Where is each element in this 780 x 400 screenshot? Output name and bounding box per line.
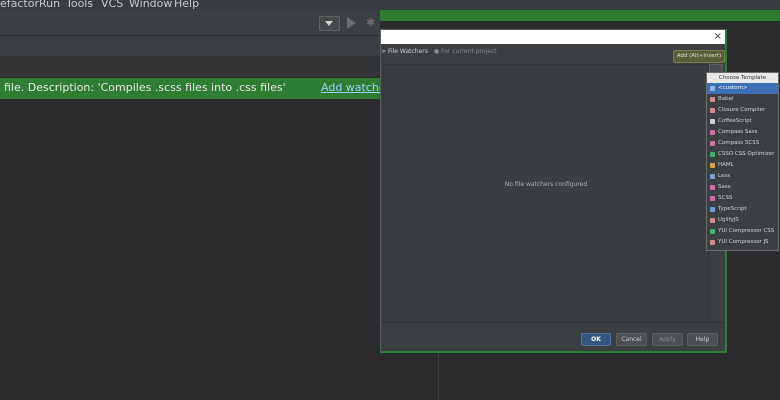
template-item-label: CSSO CSS Optimizer	[718, 151, 775, 157]
tab-strip	[0, 36, 380, 57]
css-icon	[710, 152, 715, 157]
watcher-icon	[710, 97, 715, 102]
template-item[interactable]: Compass SCSS	[707, 138, 778, 149]
template-item[interactable]: HAML	[707, 160, 778, 171]
editor-header	[0, 57, 380, 77]
watcher-icon	[710, 108, 715, 113]
typescript-icon	[710, 207, 715, 212]
close-icon[interactable]: ×	[714, 30, 722, 43]
menu-refactor[interactable]: efactor	[0, 0, 39, 10]
cancel-button[interactable]: Cancel	[616, 333, 647, 346]
css-icon	[710, 229, 715, 234]
template-list: <custom> Babel Closure Compiler CoffeeScrip…	[707, 83, 778, 248]
template-item[interactable]: CoffeeScript	[707, 116, 778, 127]
coffee-icon	[710, 119, 715, 124]
sass-icon	[710, 141, 715, 146]
sass-icon	[710, 196, 715, 201]
template-item[interactable]: Less	[707, 171, 778, 182]
file-watcher-notification: file. Description: 'Compiles .scss files…	[0, 78, 390, 99]
template-item-label: Closure Compiler	[718, 107, 766, 113]
run-icon[interactable]	[347, 17, 356, 29]
watcher-icon	[710, 218, 715, 223]
breadcrumb-separator: >	[381, 48, 387, 55]
editor-divider	[438, 352, 439, 400]
template-item-label: <custom>	[718, 85, 748, 91]
template-item-label: YUI Compressor JS	[718, 239, 769, 245]
menu-tools[interactable]: Tools	[66, 0, 93, 10]
template-item[interactable]: UglifyJS	[707, 215, 778, 226]
template-item-label: Babel	[718, 96, 734, 102]
file-icon	[710, 86, 715, 91]
project-scope-text: For current project	[440, 48, 497, 55]
template-item[interactable]: YUI Compressor CSS	[707, 226, 778, 237]
haml-icon	[710, 163, 715, 168]
template-item-label: YUI Compressor CSS	[718, 228, 775, 234]
status-strip	[380, 10, 780, 21]
apply-button[interactable]: Apply	[652, 333, 683, 346]
empty-list-message: No file watchers configured	[504, 181, 588, 188]
template-item-label: TypeScript	[718, 206, 747, 212]
template-item[interactable]: CSSO CSS Optimizer	[707, 149, 778, 160]
template-item[interactable]: Babel	[707, 94, 778, 105]
template-item-label: UglifyJS	[718, 217, 739, 223]
sass-icon	[710, 130, 715, 135]
toolbar: ✱	[0, 11, 380, 36]
project-scope-label: ● For current project	[433, 48, 497, 55]
template-item-label: Compass SCSS	[718, 140, 760, 146]
watcher-icon	[710, 240, 715, 245]
template-item[interactable]: Compass Sass	[707, 127, 778, 138]
template-item[interactable]: SCSS	[707, 193, 778, 204]
settings-dialog: × > File Watchers ● For current project …	[380, 29, 727, 353]
notification-text: file. Description: 'Compiles .scss files…	[4, 81, 286, 94]
template-item[interactable]: <custom>	[707, 83, 778, 94]
template-item-label: Less	[718, 173, 731, 179]
breadcrumb: > File Watchers ● For current project	[381, 48, 497, 55]
template-item[interactable]: YUI Compressor JS	[707, 237, 778, 248]
template-item-label: Compass Sass	[718, 129, 758, 135]
dialog-separator	[381, 322, 725, 323]
template-item[interactable]: Closure Compiler	[707, 105, 778, 116]
debug-icon[interactable]: ✱	[366, 16, 376, 29]
template-item-label: HAML	[718, 162, 734, 168]
template-item-label: SCSS	[718, 195, 733, 201]
menu-window[interactable]: Window	[129, 0, 172, 10]
popup-header: Choose Template	[707, 73, 778, 83]
ok-button[interactable]: OK	[581, 333, 611, 346]
breadcrumb-title: File Watchers	[387, 48, 428, 55]
add-watcher-button[interactable]: Add (Alt+Insert)	[673, 50, 725, 63]
template-item[interactable]: TypeScript	[707, 204, 778, 215]
menu-vcs[interactable]: VCS	[101, 0, 123, 10]
run-config-dropdown[interactable]	[319, 16, 340, 31]
menu-help[interactable]: Help	[174, 0, 199, 10]
choose-template-popup: Choose Template <custom> Babel Closure Com…	[706, 72, 779, 251]
template-item-label: Sass	[718, 184, 731, 190]
sass-icon	[710, 185, 715, 190]
less-icon	[710, 174, 715, 179]
watchers-list[interactable]: No file watchers configured	[383, 64, 709, 323]
help-button[interactable]: Help	[687, 333, 718, 346]
dialog-title-bar: ×	[381, 30, 725, 44]
template-item[interactable]: Sass	[707, 182, 778, 193]
menu-run[interactable]: Run	[39, 0, 60, 10]
template-item-label: CoffeeScript	[718, 118, 752, 124]
